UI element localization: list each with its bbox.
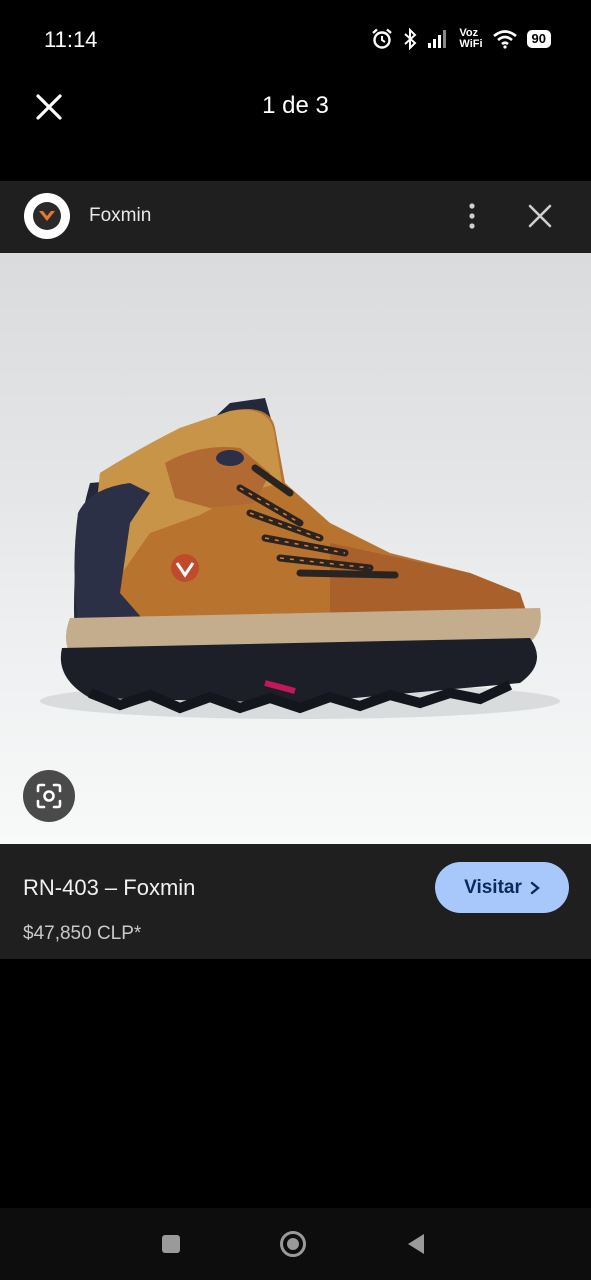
system-nav-bar xyxy=(0,1208,591,1280)
product-price: $47,850 CLP* xyxy=(23,923,142,944)
foxmin-logo[interactable] xyxy=(24,193,70,239)
status-icons: Voz WiFi 90 xyxy=(371,26,551,52)
viewer-header: 1 de 3 xyxy=(0,80,591,132)
status-time: 11:14 xyxy=(44,27,98,52)
chevron-right-icon xyxy=(530,881,540,894)
google-lens-button[interactable] xyxy=(23,770,75,822)
signal-icon xyxy=(428,30,447,48)
product-image[interactable] xyxy=(0,253,591,844)
battery-icon: 90 xyxy=(526,30,551,48)
foxmin-logo-mark xyxy=(33,202,61,230)
bluetooth-icon xyxy=(404,28,417,50)
visit-button-label: Visitar xyxy=(464,876,522,898)
alarm-icon xyxy=(372,28,393,49)
voz-wifi-label: Voz WiFi xyxy=(459,28,482,50)
product-title[interactable]: RN-403 – Foxmin xyxy=(23,875,195,901)
home-icon[interactable] xyxy=(279,1230,307,1258)
source-name[interactable]: Foxmin xyxy=(89,205,151,227)
back-icon[interactable] xyxy=(404,1232,428,1256)
product-info-bar: RN-403 – Foxmin $47,850 CLP* Visitar xyxy=(0,844,591,959)
more-vert-icon[interactable] xyxy=(460,201,484,231)
google-lens-icon xyxy=(36,783,62,809)
close-icon[interactable] xyxy=(527,203,553,229)
work-boot-image xyxy=(40,398,560,719)
wifi-label: WiFi xyxy=(459,38,483,50)
recents-icon[interactable] xyxy=(161,1234,181,1254)
status-bar: 11:14 Voz WiFi 90 xyxy=(0,0,591,80)
visit-button[interactable]: Visitar xyxy=(435,862,569,913)
wifi-icon xyxy=(492,30,517,49)
image-counter: 1 de 3 xyxy=(262,92,329,119)
source-bar: Foxmin xyxy=(0,181,591,253)
